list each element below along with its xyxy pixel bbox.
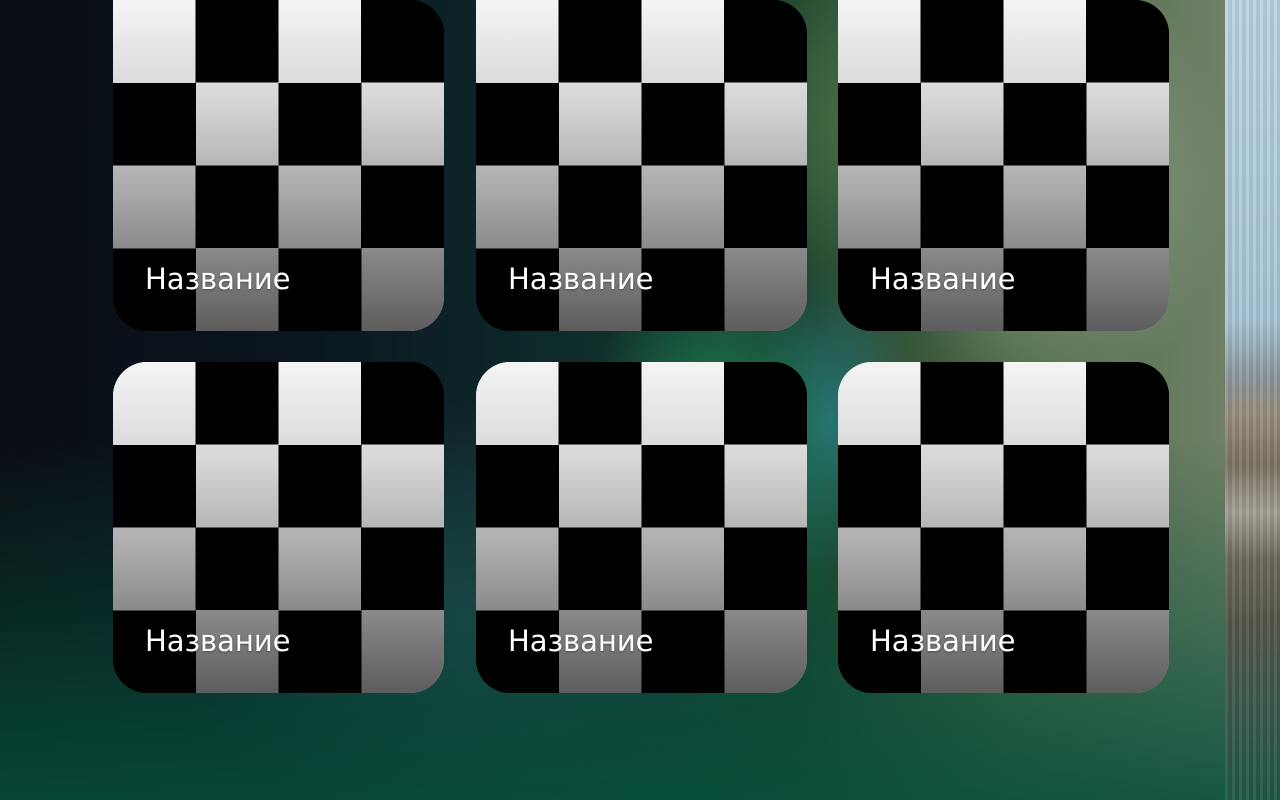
home-screen: Название Название Название Название Назв… [0,0,1280,800]
app-tile[interactable]: Название [838,362,1169,693]
tile-label: Название [508,624,654,658]
tile-label: Название [508,262,654,296]
tile-label: Название [145,624,291,658]
tile-label: Название [870,262,1016,296]
tile-grid: Название Название Название Название Назв… [113,0,1169,693]
adjacent-page-preview [1225,0,1280,800]
app-tile[interactable]: Название [113,0,444,331]
tile-label: Название [870,624,1016,658]
app-tile[interactable]: Название [838,0,1169,331]
app-tile[interactable]: Название [113,362,444,693]
app-tile[interactable]: Название [476,362,807,693]
app-tile[interactable]: Название [476,0,807,331]
tile-label: Название [145,262,291,296]
